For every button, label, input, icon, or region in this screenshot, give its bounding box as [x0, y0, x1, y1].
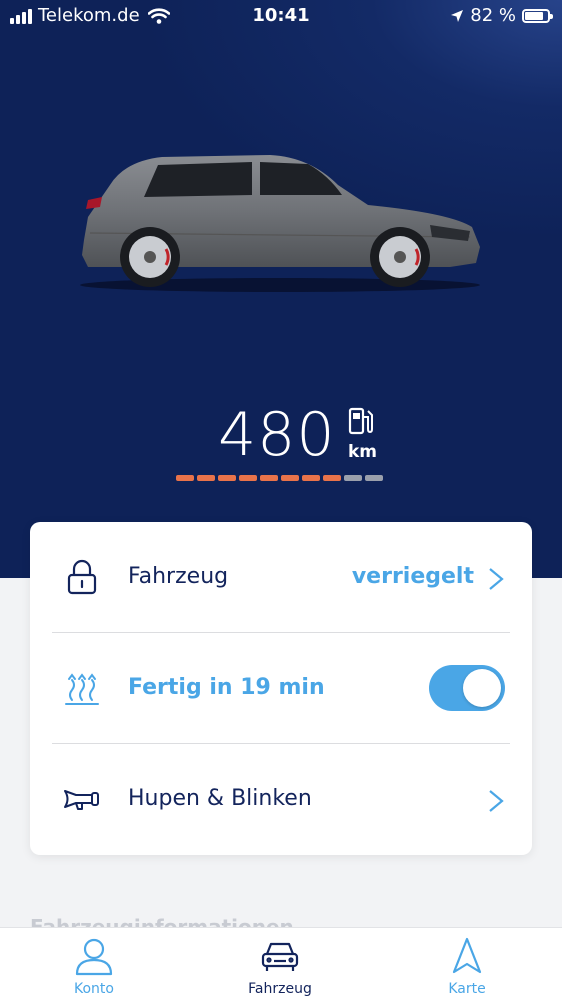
fuel-pump-icon — [348, 407, 373, 435]
range-segment — [281, 475, 299, 481]
tab-bar: Konto Fahrzeug Karte — [0, 927, 562, 1001]
climate-row: Fertig in 19 min — [30, 633, 532, 743]
car-icon — [261, 942, 299, 971]
horn-row[interactable]: Hupen & Blinken — [30, 744, 532, 854]
tab-map-label: Karte — [448, 981, 486, 997]
battery-icon — [522, 8, 553, 23]
range-segment — [323, 475, 341, 481]
range-segment — [302, 475, 320, 481]
range-value: 480 — [218, 400, 336, 470]
lock-icon — [67, 559, 97, 595]
tab-vehicle[interactable]: Fahrzeug — [210, 928, 350, 1001]
location-arrow-icon — [451, 9, 464, 22]
range-segment — [176, 475, 194, 481]
person-icon — [75, 938, 113, 976]
status-bar: Telekom.de 10:41 82 % — [0, 0, 562, 34]
lock-row[interactable]: Fahrzeug verriegelt — [30, 522, 532, 632]
horn-label: Hupen & Blinken — [128, 786, 312, 811]
heat-waves-icon — [65, 673, 99, 705]
range-segment — [239, 475, 257, 481]
chevron-right-icon — [489, 790, 504, 812]
toggle-knob — [463, 669, 501, 707]
tab-account-label: Konto — [74, 981, 114, 997]
lock-status: verriegelt — [351, 564, 474, 589]
vehicle-controls-card: Fahrzeug verriegelt Fertig in 19 min Hup… — [30, 522, 532, 855]
tab-vehicle-label: Fahrzeug — [248, 981, 312, 997]
range-segment — [260, 475, 278, 481]
range-segment — [218, 475, 236, 481]
lock-label: Fahrzeug — [128, 564, 229, 589]
range-segment — [197, 475, 215, 481]
range-level-bar — [176, 475, 383, 481]
climate-toggle[interactable] — [429, 665, 505, 711]
car-image — [80, 155, 480, 292]
tab-map[interactable]: Karte — [397, 928, 537, 1001]
range-unit: km — [348, 442, 378, 462]
range-segment — [344, 475, 362, 481]
horn-icon — [64, 790, 99, 810]
range-segment — [365, 475, 383, 481]
climate-label: Fertig in 19 min — [128, 675, 325, 700]
navigation-arrow-icon — [452, 937, 482, 974]
tab-account[interactable]: Konto — [24, 928, 164, 1001]
chevron-right-icon — [489, 568, 504, 590]
battery-percent: 82 % — [470, 5, 516, 26]
